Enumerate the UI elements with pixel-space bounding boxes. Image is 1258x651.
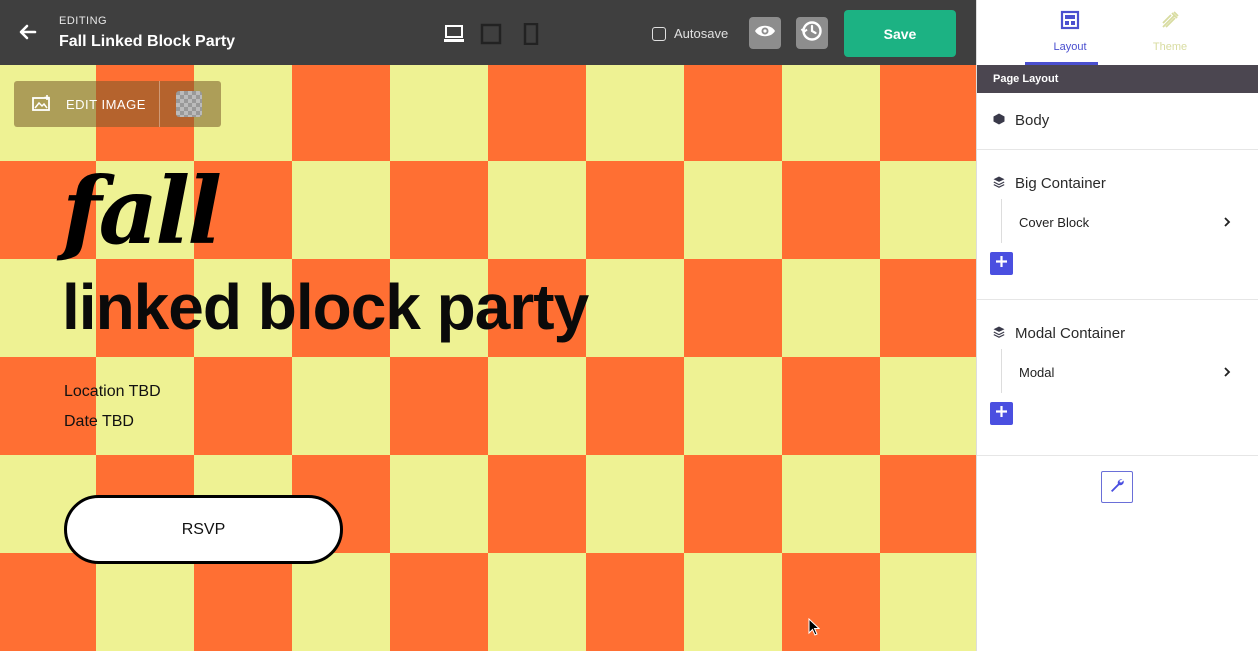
edit-image-button[interactable]: EDIT IMAGE (14, 81, 159, 127)
plus-icon (995, 255, 1008, 273)
layout-icon (1060, 10, 1080, 35)
tab-layout-label: Layout (1053, 41, 1087, 53)
chevron-right-icon (1223, 365, 1231, 380)
section-divider (977, 149, 1258, 150)
date-text[interactable]: Date TBD (64, 413, 134, 431)
editing-label: EDITING (59, 15, 108, 27)
script-heading[interactable]: fall (62, 165, 222, 257)
tab-layout[interactable]: Layout (1025, 10, 1115, 65)
section-divider (977, 455, 1258, 456)
tree-branch-line (1001, 199, 1002, 243)
app-window: EDITING Fall Linked Block Party Autosave… (0, 0, 1258, 651)
layout-panel: Layout Theme Page Layout Body Big Contai… (976, 0, 1258, 651)
save-button[interactable]: Save (844, 10, 956, 57)
add-block-button[interactable] (990, 402, 1013, 425)
mouse-cursor-icon (808, 617, 821, 636)
tree-node-label: Modal Container (1015, 325, 1126, 342)
autosave-label: Autosave (674, 26, 729, 41)
edit-image-label: EDIT IMAGE (66, 96, 146, 112)
tablet-view-icon[interactable] (480, 23, 502, 45)
add-block-button[interactable] (990, 252, 1013, 275)
plus-icon (995, 405, 1008, 423)
chevron-right-icon (1223, 215, 1231, 230)
tree-node-label: Big Container (1015, 175, 1106, 192)
page-canvas[interactable]: EDIT IMAGE fall linked block party Locat… (0, 65, 976, 651)
tree-branch-line (1001, 349, 1002, 393)
section-divider (977, 299, 1258, 300)
autosave-checkbox[interactable] (652, 26, 666, 41)
rsvp-button[interactable]: RSVP (64, 495, 343, 564)
tree-node-big-container[interactable]: Big Container (993, 175, 1106, 192)
wrench-icon (1109, 477, 1125, 498)
tree-node-body[interactable]: Body (993, 112, 1049, 129)
theme-brush-icon (1160, 10, 1180, 35)
document-title: Fall Linked Block Party (59, 33, 236, 50)
cube-icon (993, 112, 1005, 129)
history-icon (800, 19, 824, 48)
tree-child-cover-block[interactable]: Cover Block (1019, 215, 1231, 230)
tree-child-label: Modal (1019, 365, 1055, 380)
tab-theme[interactable]: Theme (1125, 10, 1215, 65)
mobile-view-icon[interactable] (520, 22, 542, 46)
preview-button[interactable] (749, 17, 781, 49)
settings-wrench-button[interactable] (1101, 471, 1133, 503)
back-arrow-icon[interactable] (16, 20, 40, 44)
toolbar-divider (159, 81, 160, 127)
tree-child-modal[interactable]: Modal (1019, 365, 1231, 380)
editor-toolbar: EDITING Fall Linked Block Party Autosave… (0, 0, 976, 65)
tree-node-modal-container[interactable]: Modal Container (993, 325, 1125, 342)
eye-icon (754, 23, 776, 44)
layers-icon (993, 325, 1005, 342)
page-heading[interactable]: linked block party (62, 275, 589, 339)
edit-image-toolbar: EDIT IMAGE (14, 81, 221, 127)
tree-node-label: Body (1015, 112, 1050, 129)
tree-child-label: Cover Block (1019, 215, 1090, 230)
history-button[interactable] (796, 17, 828, 49)
desktop-view-icon[interactable] (443, 23, 465, 45)
image-edit-icon (32, 94, 52, 114)
autosave-toggle[interactable]: Autosave (652, 26, 728, 41)
location-text[interactable]: Location TBD (64, 383, 161, 401)
tab-theme-label: Theme (1152, 41, 1188, 53)
layers-icon (993, 175, 1005, 192)
transparency-swatch-icon[interactable] (176, 91, 202, 117)
page-layout-header: Page Layout (977, 65, 1258, 93)
